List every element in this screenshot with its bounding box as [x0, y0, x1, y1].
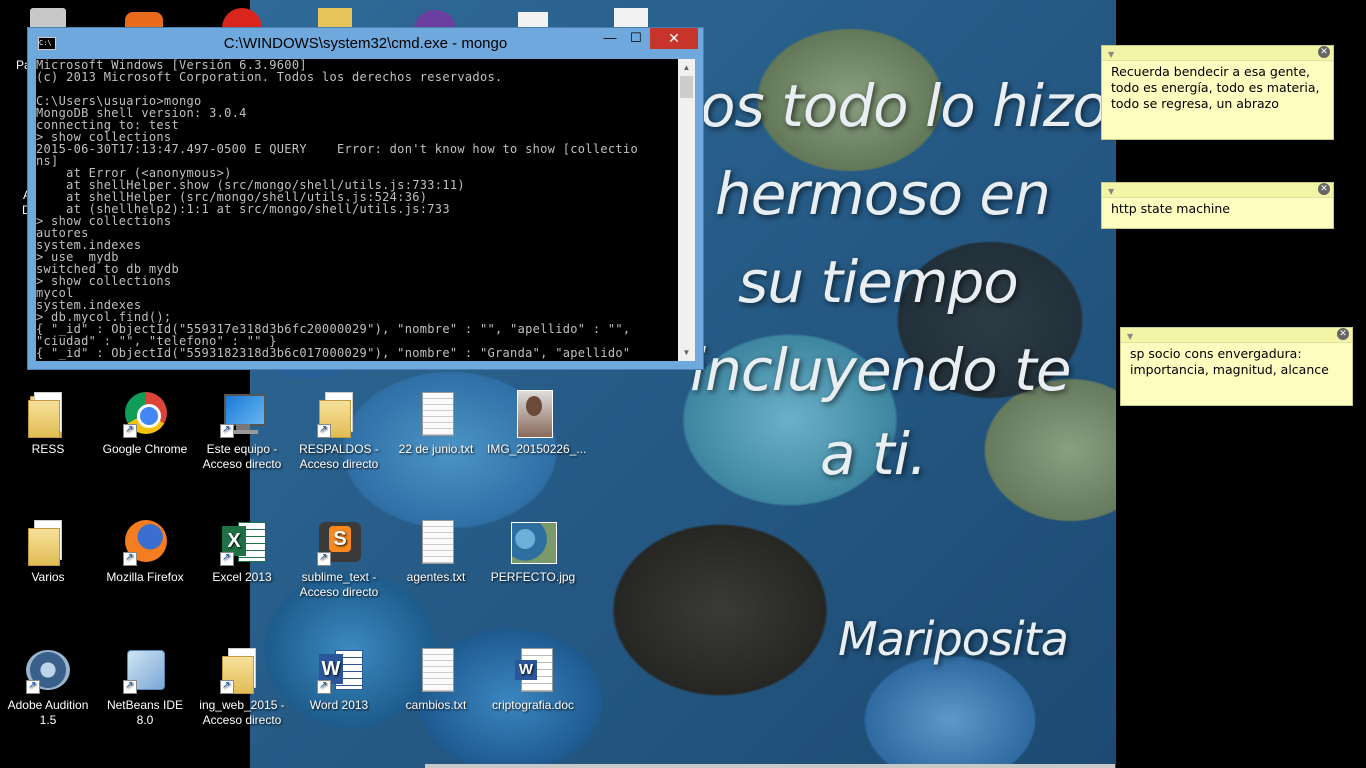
vertical-scrollbar[interactable]: ▲ ▼ [678, 59, 695, 361]
wallpaper-text-line: incluyendo te [690, 336, 1072, 404]
desktop-icon-netbeans[interactable]: NetBeans IDE 8.0 [97, 646, 193, 728]
icon-label: 22 de junio.txt [398, 442, 474, 456]
icon-label: Adobe Audition 1.5 [7, 698, 89, 727]
maximize-button[interactable]: ☐ [622, 28, 650, 49]
scroll-up-icon[interactable]: ▲ [678, 59, 695, 76]
text-file-icon [412, 646, 460, 694]
computer-icon [218, 390, 266, 438]
desktop-icon-respaldos[interactable]: RESPALDOS - Acceso directo [291, 390, 387, 472]
cmd-titlebar[interactable]: C:\ C:\WINDOWS\system32\cmd.exe - mongo … [28, 28, 703, 58]
close-icon[interactable]: ✕ [1318, 183, 1330, 195]
icon-label: Varios [31, 570, 65, 584]
wallpaper-text-line: a ti. [820, 420, 927, 488]
close-icon[interactable]: ✕ [1318, 46, 1330, 58]
icon-label: RESPALDOS - Acceso directo [299, 442, 379, 471]
cmd-output: Microsoft Windows [Versión 6.3.9600] (c)… [36, 59, 638, 360]
icon-label: Word 2013 [309, 698, 369, 712]
sublime-icon: S [315, 518, 363, 566]
icon-label: Mozilla Firefox [106, 570, 184, 584]
text-file-icon [412, 518, 460, 566]
cmd-console[interactable]: Microsoft Windows [Versión 6.3.9600] (c)… [36, 59, 678, 361]
icon-label: cambios.txt [405, 698, 467, 712]
sticky-note[interactable]: ▼ ✕ http state machine [1101, 182, 1334, 229]
icon-label: IMG_20150226_... [487, 442, 587, 456]
icon-label: Este equipo - Acceso directo [202, 442, 282, 471]
text-file-icon [412, 390, 460, 438]
desktop-icon-cambios[interactable]: cambios.txt [388, 646, 484, 713]
icon-label: RESS [31, 442, 65, 456]
audition-icon [24, 646, 72, 694]
icon-label: Excel 2013 [212, 570, 272, 584]
desktop-icon-ing-web-2015[interactable]: ing_web_2015 - Acceso directo [194, 646, 290, 728]
folder-icon [24, 390, 72, 438]
desktop-icon-este-equipo[interactable]: Este equipo - Acceso directo [194, 390, 290, 472]
desktop-icon-adobe-audition[interactable]: Adobe Audition 1.5 [0, 646, 96, 728]
folder-icon [315, 390, 363, 438]
icon-label: sublime_text - Acceso directo [299, 570, 379, 599]
close-button[interactable]: ✕ [650, 28, 698, 49]
menu-arrow-icon[interactable]: ▼ [1108, 47, 1114, 63]
desktop-icon-agentes[interactable]: agentes.txt [388, 518, 484, 585]
firefox-icon [121, 518, 169, 566]
excel-icon: X [218, 518, 266, 566]
desktop-icon-varios[interactable]: Varios [0, 518, 96, 585]
photo-icon [509, 518, 557, 566]
desktop-icon-word-2013[interactable]: W Word 2013 [291, 646, 387, 713]
desktop-icon-22-de-junio[interactable]: 22 de junio.txt [388, 390, 484, 457]
netbeans-icon [121, 646, 169, 694]
desktop-icon-google-chrome[interactable]: Google Chrome [97, 390, 193, 457]
folder-icon [24, 518, 72, 566]
icon-label: criptografia.doc [491, 698, 575, 712]
sticky-note-header[interactable]: ▼ ✕ [1121, 328, 1352, 343]
close-icon[interactable]: ✕ [1337, 328, 1349, 340]
sticky-note[interactable]: ▼ ✕ Recuerda bendecir a esa gente, todo … [1101, 45, 1334, 140]
taskbar-edge [425, 764, 1115, 768]
desktop-icon-perfecto[interactable]: PERFECTO.jpg [485, 518, 581, 585]
desktop-icon-ress[interactable]: RESS [0, 390, 96, 457]
icon-label: NetBeans IDE 8.0 [106, 698, 184, 727]
menu-arrow-icon[interactable]: ▼ [1127, 329, 1133, 345]
minimize-button[interactable]: — [596, 28, 624, 49]
sticky-note-text[interactable]: sp socio cons envergadura: importancia, … [1121, 343, 1352, 384]
sticky-note-header[interactable]: ▼ ✕ [1102, 183, 1333, 198]
photo-icon [509, 390, 557, 438]
wallpaper-signature: Mariposita [838, 612, 1069, 666]
word-doc-icon: W [509, 646, 557, 694]
desktop-icon-excel-2013[interactable]: X Excel 2013 [194, 518, 290, 585]
scroll-down-icon[interactable]: ▼ [678, 344, 695, 361]
sticky-note-text[interactable]: Recuerda bendecir a esa gente, todo es e… [1102, 61, 1333, 118]
desktop-icon-criptografia[interactable]: W criptografia.doc [485, 646, 581, 713]
icon-label: ing_web_2015 - Acceso directo [199, 698, 285, 727]
wallpaper-text-line: hermoso en [715, 160, 1051, 228]
icon-label: PERFECTO.jpg [490, 570, 576, 584]
wallpaper-text-line: su tiempo [738, 248, 1019, 316]
desktop-icon-img-20150226[interactable]: IMG_20150226_... [485, 390, 587, 457]
desktop-icon-mozilla-firefox[interactable]: Mozilla Firefox [97, 518, 193, 585]
scrollbar-thumb[interactable] [680, 76, 693, 98]
sticky-note-header[interactable]: ▼ ✕ [1102, 46, 1333, 61]
cmd-window[interactable]: C:\ C:\WINDOWS\system32\cmd.exe - mongo … [27, 27, 704, 370]
chrome-icon [121, 390, 169, 438]
icon-label: agentes.txt [406, 570, 466, 584]
folder-icon [218, 646, 266, 694]
desktop-icon-sublime-text[interactable]: S sublime_text - Acceso directo [291, 518, 387, 600]
sticky-note-text[interactable]: http state machine [1102, 198, 1333, 223]
sticky-note[interactable]: ▼ ✕ sp socio cons envergadura: importanc… [1120, 327, 1353, 406]
icon-label: Google Chrome [102, 442, 188, 456]
wallpaper-text-line: os todo lo hizo [700, 72, 1108, 140]
menu-arrow-icon[interactable]: ▼ [1108, 184, 1114, 200]
word-icon: W [315, 646, 363, 694]
